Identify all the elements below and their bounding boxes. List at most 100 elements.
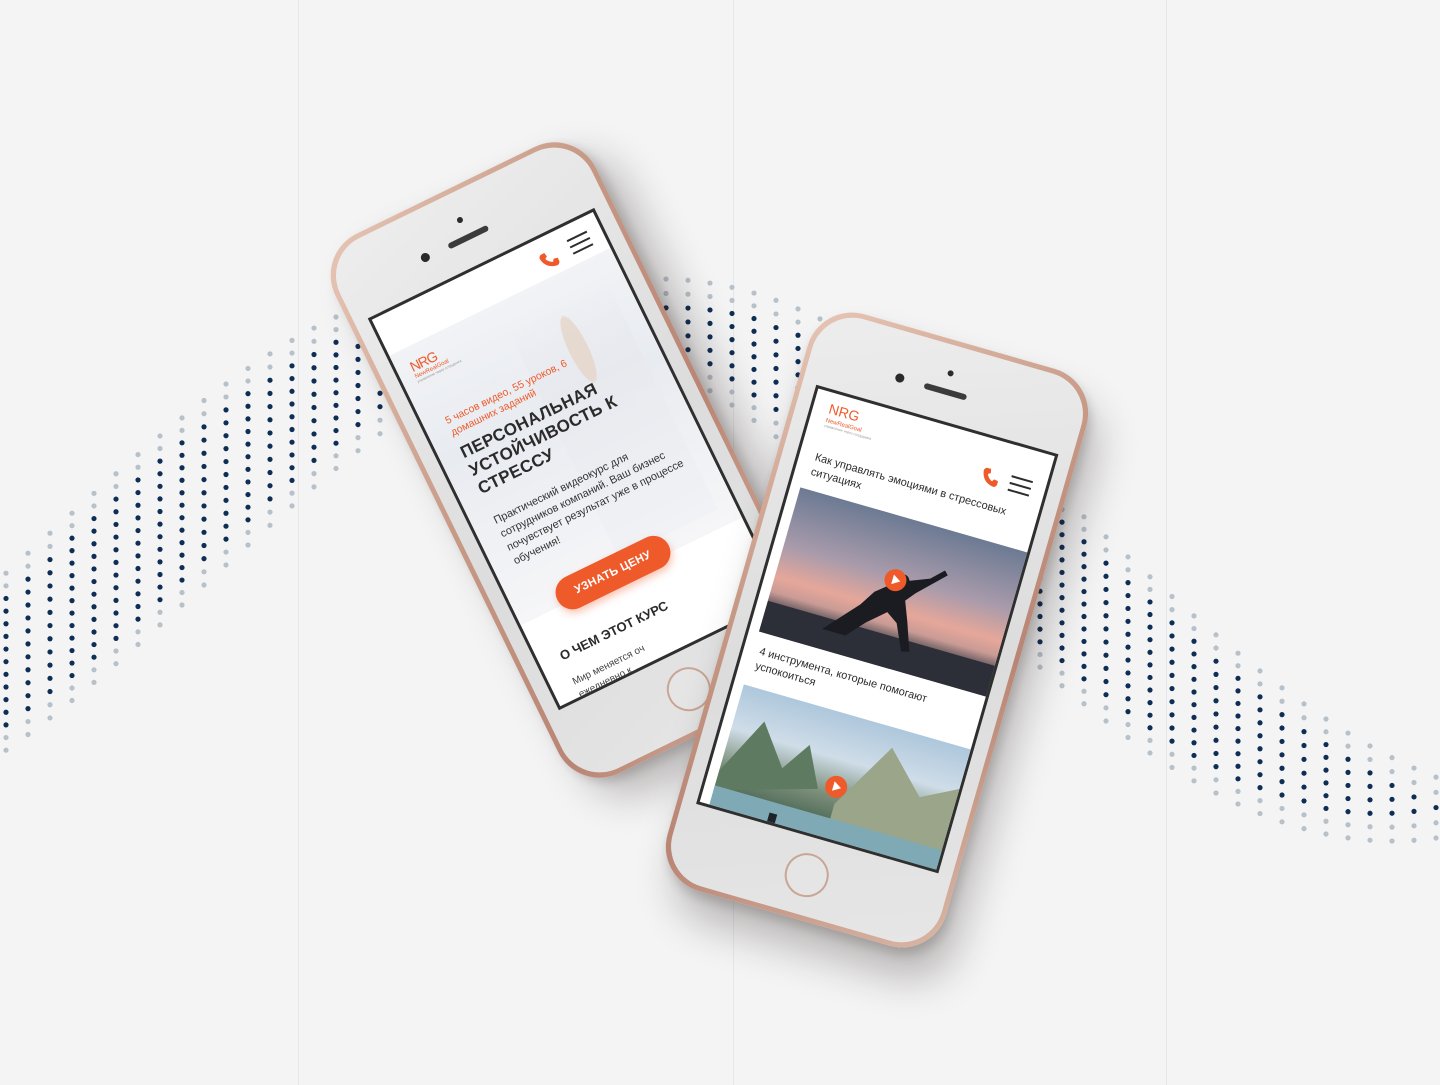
wave-dot [1103,599,1109,606]
wave-dot [1169,646,1175,652]
wave-dot [135,540,141,546]
wave-dot [69,610,75,616]
wave-dot [201,529,207,535]
wave-dot [91,528,97,534]
wave-dot [1389,755,1395,761]
wave-dot [267,403,273,410]
wave-dot [1147,725,1153,731]
wave-dot [1257,746,1263,752]
wave-dot [311,457,317,464]
wave-dot [223,497,229,503]
wave-dot [1279,685,1285,691]
wave-dot [245,391,251,397]
wave-dot [267,496,273,502]
wave-dot [663,276,669,282]
wave-dot [69,697,75,704]
wave-dot [245,479,251,485]
brand-logo[interactable]: NRG NewRealGoal управление через сотрудн… [824,401,878,441]
wave-dot [245,428,251,435]
wave-dot [267,430,273,436]
wave-dot [1147,624,1153,630]
phone-icon[interactable] [978,465,1003,490]
wave-dot [223,510,229,516]
wave-dot [245,529,251,536]
wave-dot [729,310,735,317]
wave-dot [267,390,273,397]
wave-dot [1037,613,1043,620]
wave-dot [1103,718,1109,724]
wave-dot [773,434,779,440]
wave-dot [1323,831,1329,837]
wave-dot [223,420,229,426]
wave-dot [91,591,97,597]
hamburger-menu-icon[interactable] [1007,475,1034,498]
wave-dot [113,648,119,654]
wave-dot [311,338,317,344]
wave-dot [3,646,9,652]
wave-dot [135,565,141,572]
wave-dot [1103,547,1109,553]
wave-dot [267,377,273,383]
wave-dot [223,458,229,465]
wave-dot [1411,837,1417,843]
wave-dot [289,452,295,458]
wave-dot [333,402,339,408]
wave-dot [1213,737,1219,743]
wave-dot [157,521,163,527]
wave-dot [91,566,97,572]
wave-dot [289,388,295,394]
wave-dot [1257,785,1263,791]
wave-dot [1323,754,1329,760]
wave-dot [377,417,383,423]
wave-dot [201,516,207,522]
wave-dot [267,509,273,515]
wave-dot [773,406,779,413]
wave-dot [1213,698,1219,704]
wave-dot [25,654,31,660]
wave-dot [1257,798,1263,804]
wave-dot [201,424,207,430]
hamburger-menu-icon[interactable] [566,230,595,257]
wave-dot [1103,586,1109,593]
wave-dot [1257,733,1263,739]
wave-dot [1323,741,1329,748]
wave-dot [1169,659,1175,665]
wave-dot [1301,742,1307,749]
wave-dot [135,553,141,559]
wave-dot [1191,625,1197,632]
wave-dot [1125,721,1131,728]
wave-dot [311,378,317,384]
wave-dot [1213,790,1219,796]
wave-dot [245,378,251,384]
wave-dot [1169,685,1175,692]
wave-dot [795,319,801,325]
wave-dot [201,476,207,483]
wave-dot [707,307,713,313]
wave-dot [223,536,229,542]
wave-dot [773,352,779,358]
wave-dot [311,484,317,490]
phone-icon[interactable] [536,246,563,273]
wave-dot [1191,689,1197,695]
wave-dot [113,661,119,667]
wave-dot [179,440,185,446]
wave-dot [135,578,141,584]
wave-dot [1235,788,1241,794]
wave-dot [179,527,185,533]
wave-dot [1235,763,1241,769]
wave-dot [267,417,273,423]
wave-dot [355,435,361,441]
wave-dot [1235,725,1241,732]
wave-dot [1279,698,1285,704]
wave-dot [3,595,9,602]
wave-dot [135,502,141,508]
wave-dot [1213,724,1219,730]
wave-dot [1147,700,1153,706]
wave-dot [1081,601,1087,607]
wave-dot [1169,725,1175,731]
wave-dot [1191,664,1197,670]
wave-dot [3,697,9,703]
wave-dot [1147,599,1153,605]
wave-dot [333,465,339,472]
front-camera-icon [946,369,955,378]
